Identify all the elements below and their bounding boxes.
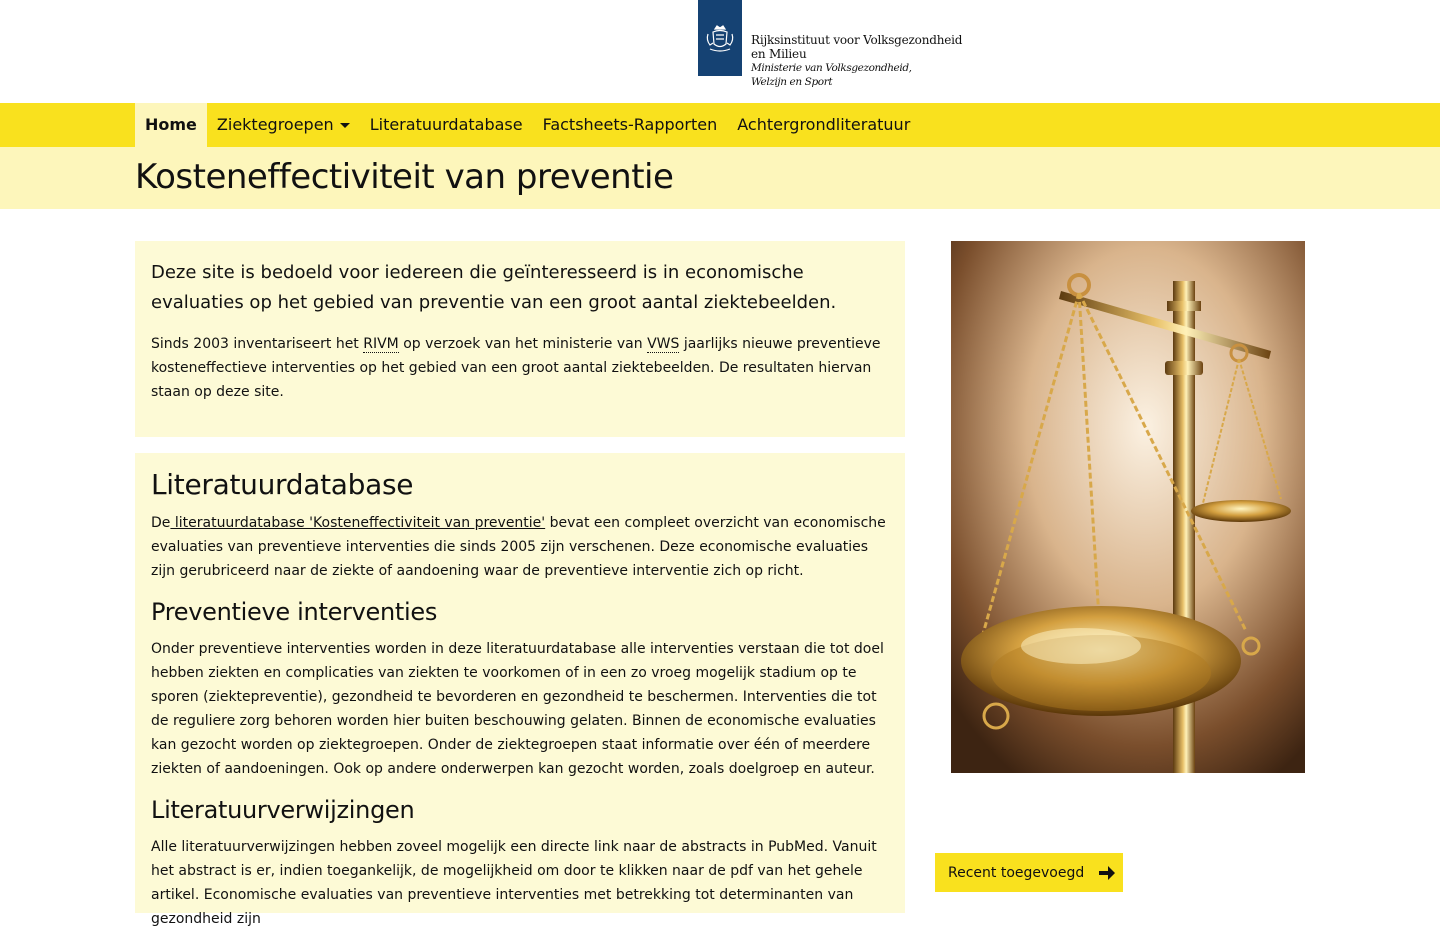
intro-paragraph: Sinds 2003 inventariseert het RIVM op ve… <box>151 332 891 404</box>
page-title: Kosteneffectiviteit van preventie <box>135 157 674 197</box>
intro-panel: Deze site is bedoeld voor iedereen die g… <box>135 241 905 437</box>
abbr-rivm[interactable]: RIVM <box>363 336 399 353</box>
page-title-band: Kosteneffectiviteit van preventie <box>0 147 1440 209</box>
logo-line-vws-1: Ministerie van Volksgezondheid, <box>751 62 912 74</box>
paragraph-literatuurverwijzingen: Alle literatuurverwijzingen hebben zovee… <box>151 839 877 927</box>
nav-item-achtergrondliteratuur[interactable]: Achtergrondliteratuur <box>727 103 920 147</box>
recent-toegevoegd-button[interactable]: Recent toegevoegd <box>935 853 1123 892</box>
intro-text-part: Sinds 2003 inventariseert het <box>151 336 364 352</box>
heading-literatuurdatabase: Literatuurdatabase <box>151 468 414 501</box>
caret-down-icon <box>339 122 350 128</box>
literatuurdatabase-link[interactable]: literatuurdatabase 'Kosteneffectiviteit … <box>170 515 545 531</box>
logo-text: Rijksinstituut voor Volksgezondheid en M… <box>751 33 962 89</box>
section-literatuurdatabase: Literatuurdatabase <box>151 468 891 501</box>
logo-line-rivm-2: en Milieu <box>751 47 807 61</box>
abbr-vws[interactable]: VWS <box>647 336 680 353</box>
heading-literatuurverwijzingen: Literatuurverwijzingen <box>151 796 415 824</box>
nav-item-factsheets-rapporten[interactable]: Factsheets-Rapporten <box>533 103 728 147</box>
recent-button-label: Recent toegevoegd <box>948 864 1085 881</box>
text-prefix: De <box>151 515 171 531</box>
nav-item-label: Ziektegroepen <box>216 115 334 134</box>
paragraph-preventieve-interventies: Onder preventieve interventies worden in… <box>151 641 884 777</box>
section-preventieve-interventies: Preventieve interventies <box>151 598 891 626</box>
heading-preventieve-interventies: Preventieve interventies <box>151 598 438 626</box>
rijksoverheid-logo[interactable] <box>698 0 742 76</box>
content-panel: Literatuurdatabase De literatuurdatabase… <box>135 453 905 927</box>
section-literatuurverwijzingen: Literatuurverwijzingen <box>151 796 891 824</box>
logo-line-rivm-1: Rijksinstituut voor Volksgezondheid <box>751 33 963 47</box>
nav-item-label: Literatuurdatabase <box>369 115 523 134</box>
nav-item-ziektegroepen[interactable]: Ziektegroepen <box>207 103 360 147</box>
intro-text-part: op verzoek van het ministerie van <box>398 336 648 352</box>
intro-lead: Deze site is bedoeld voor iedereen die g… <box>151 262 837 313</box>
nav-item-literatuurdatabase[interactable]: Literatuurdatabase <box>360 103 533 147</box>
site-header: Rijksinstituut voor Volksgezondheid en M… <box>0 0 1440 103</box>
balance-scale-image <box>951 241 1305 773</box>
paragraph-literatuurdatabase: De literatuurdatabase 'Kosteneffectivite… <box>151 511 891 583</box>
nav-list: Home Ziektegroepen Literatuurdatabase Fa… <box>135 103 920 147</box>
crown-lion-emblem-icon <box>706 25 734 52</box>
nav-item-label: Home <box>145 115 197 134</box>
arrow-right-icon <box>1098 865 1116 881</box>
main-navigation: Home Ziektegroepen Literatuurdatabase Fa… <box>0 103 1440 147</box>
nav-item-label: Factsheets-Rapporten <box>542 115 718 134</box>
logo-line-vws-2: Welzijn en Sport <box>751 76 833 88</box>
balance-scale-icon <box>951 241 1305 773</box>
nav-item-home[interactable]: Home <box>135 103 207 147</box>
nav-item-label: Achtergrondliteratuur <box>737 115 911 134</box>
